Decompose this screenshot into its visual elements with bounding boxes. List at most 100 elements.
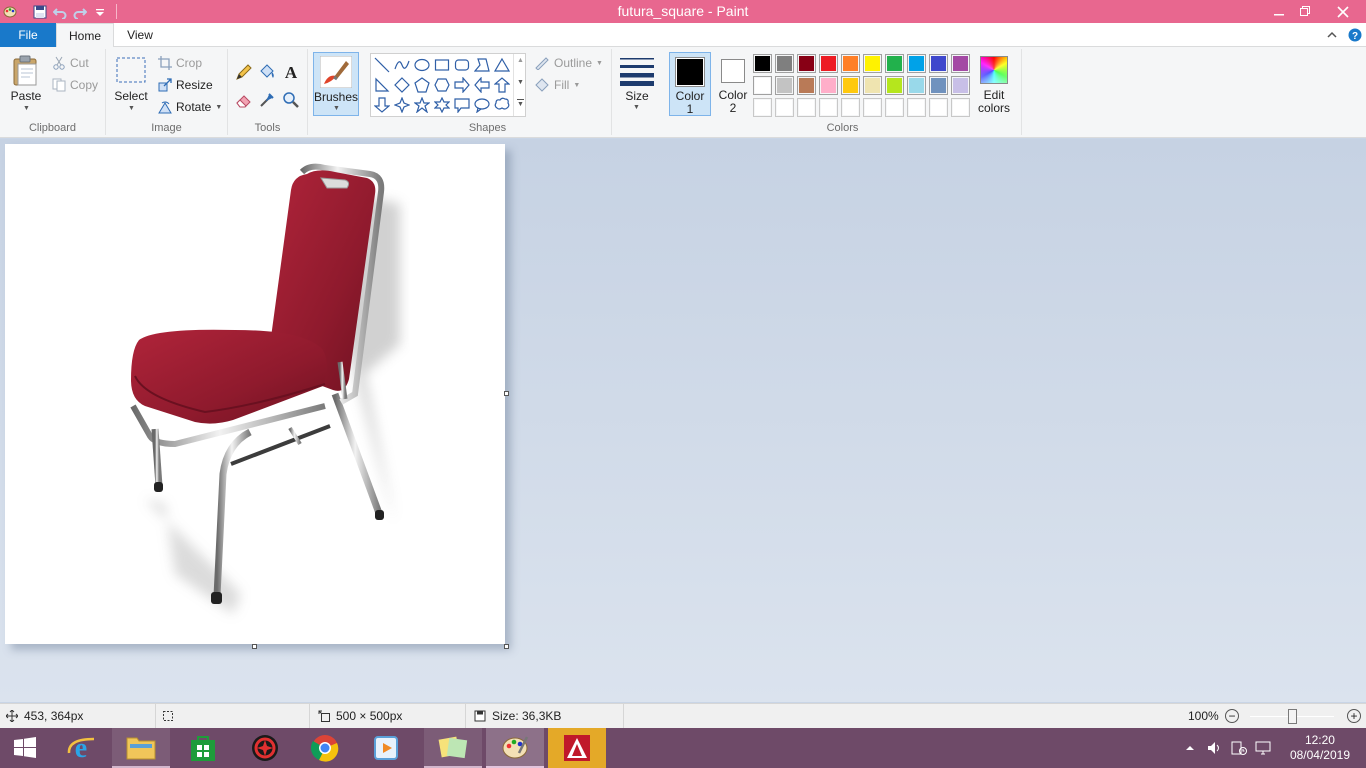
color2-button[interactable]: Color 2 (713, 52, 755, 116)
show-hidden-icons-button[interactable] (1182, 728, 1198, 768)
volume-button[interactable] (1206, 728, 1224, 768)
curve-shape-icon[interactable] (392, 55, 412, 75)
triangle-shape-icon[interactable] (492, 55, 512, 75)
help-icon[interactable]: ? (1346, 26, 1364, 44)
start-button[interactable] (0, 728, 50, 768)
pentagon-shape-icon[interactable] (412, 75, 432, 95)
taskbar-paint[interactable] (486, 728, 544, 768)
taskbar-internet-explorer[interactable]: e (52, 728, 110, 768)
notification-button[interactable] (1230, 728, 1248, 768)
palette-swatch[interactable] (797, 98, 816, 117)
down-arrow-shape-icon[interactable] (372, 95, 392, 115)
copy-button[interactable]: Copy (52, 75, 98, 95)
shapes-scrollbar[interactable]: ▲ ▼ ▼ (513, 54, 526, 116)
color-picker-icon[interactable] (256, 89, 278, 111)
shapes-expand-icon[interactable]: ▼ (517, 99, 524, 109)
palette-swatch[interactable] (841, 98, 860, 117)
rounded-rectangle-shape-icon[interactable] (452, 55, 472, 75)
zoom-out-button[interactable]: − (1225, 709, 1239, 723)
outline-button[interactable]: Outline ▼ (534, 53, 603, 73)
hexagon-shape-icon[interactable] (432, 75, 452, 95)
left-arrow-shape-icon[interactable] (472, 75, 492, 95)
select-button[interactable]: Select ▼ (112, 53, 150, 115)
color1-button[interactable]: Color 1 (669, 52, 711, 116)
crop-button[interactable]: Crop (158, 53, 202, 73)
size-button[interactable]: Size ▼ (616, 52, 658, 116)
taskbar-media-player[interactable] (358, 728, 416, 768)
taskbar-security-app[interactable] (236, 728, 294, 768)
text-tool-icon[interactable]: A (280, 61, 302, 83)
palette-swatch[interactable] (951, 98, 970, 117)
zoom-slider-thumb[interactable] (1287, 709, 1297, 724)
palette-swatch[interactable] (775, 76, 794, 95)
tab-view[interactable]: View (114, 23, 166, 47)
workspace[interactable] (0, 139, 1366, 702)
palette-swatch[interactable] (951, 54, 970, 73)
collapse-ribbon-icon[interactable] (1323, 26, 1341, 44)
palette-swatch[interactable] (775, 98, 794, 117)
taskbar-chrome[interactable] (296, 728, 354, 768)
palette-swatch[interactable] (775, 54, 794, 73)
palette-swatch[interactable] (819, 54, 838, 73)
palette-swatch[interactable] (929, 98, 948, 117)
tab-file[interactable]: File (0, 23, 56, 47)
palette-swatch[interactable] (907, 76, 926, 95)
paste-button[interactable]: Paste ▼ (6, 53, 46, 115)
eraser-icon[interactable] (233, 89, 255, 111)
palette-swatch[interactable] (863, 98, 882, 117)
cut-button[interactable]: Cut (52, 53, 89, 73)
pencil-icon[interactable] (233, 61, 255, 83)
five-point-star-shape-icon[interactable] (412, 95, 432, 115)
palette-swatch[interactable] (753, 76, 772, 95)
resize-handle-corner[interactable] (504, 644, 509, 649)
palette-swatch[interactable] (753, 98, 772, 117)
palette-swatch[interactable] (841, 54, 860, 73)
palette-swatch[interactable] (753, 54, 772, 73)
palette-swatch[interactable] (863, 54, 882, 73)
scroll-up-icon[interactable]: ▲ (517, 57, 524, 64)
right-arrow-shape-icon[interactable] (452, 75, 472, 95)
palette-swatch[interactable] (797, 54, 816, 73)
taskbar-autocad[interactable] (548, 728, 606, 768)
brushes-button[interactable]: Brushes ▼ (313, 52, 359, 116)
edit-colors-button[interactable]: Edit colors (975, 52, 1013, 116)
rectangle-shape-icon[interactable] (432, 55, 452, 75)
resize-handle-bottom[interactable] (252, 644, 257, 649)
palette-swatch[interactable] (819, 98, 838, 117)
rotate-button[interactable]: Rotate ▼ (158, 97, 222, 117)
taskbar-store[interactable] (174, 728, 232, 768)
palette-swatch[interactable] (951, 76, 970, 95)
taskbar-clock[interactable]: 12:20 08/04/2019 (1290, 733, 1350, 763)
palette-swatch[interactable] (885, 98, 904, 117)
fill-bucket-icon[interactable] (256, 61, 278, 83)
oval-callout-shape-icon[interactable] (472, 95, 492, 115)
palette-swatch[interactable] (841, 76, 860, 95)
palette-swatch[interactable] (819, 76, 838, 95)
rectangle-callout-shape-icon[interactable] (452, 95, 472, 115)
tab-home[interactable]: Home (56, 23, 114, 48)
zoom-in-button[interactable]: + (1347, 709, 1361, 723)
scroll-down-icon[interactable]: ▼ (517, 79, 524, 86)
palette-swatch[interactable] (797, 76, 816, 95)
palette-swatch[interactable] (885, 54, 904, 73)
palette-swatch[interactable] (885, 76, 904, 95)
fill-button[interactable]: Fill ▼ (534, 75, 580, 95)
oval-shape-icon[interactable] (412, 55, 432, 75)
palette-swatch[interactable] (863, 76, 882, 95)
resize-handle-right[interactable] (504, 391, 509, 396)
taskbar-sticky-notes[interactable] (424, 728, 482, 768)
cloud-callout-shape-icon[interactable] (492, 95, 512, 115)
palette-swatch[interactable] (929, 76, 948, 95)
zoom-slider[interactable] (1250, 709, 1334, 724)
magnifier-icon[interactable] (280, 89, 302, 111)
palette-swatch[interactable] (929, 54, 948, 73)
line-shape-icon[interactable] (372, 55, 392, 75)
polygon-shape-icon[interactable] (472, 55, 492, 75)
resize-button[interactable]: Resize (158, 75, 213, 95)
palette-swatch[interactable] (907, 98, 926, 117)
drawing-canvas[interactable] (5, 144, 505, 644)
network-button[interactable] (1254, 728, 1272, 768)
four-point-star-shape-icon[interactable] (392, 95, 412, 115)
six-point-star-shape-icon[interactable] (432, 95, 452, 115)
up-arrow-shape-icon[interactable] (492, 75, 512, 95)
